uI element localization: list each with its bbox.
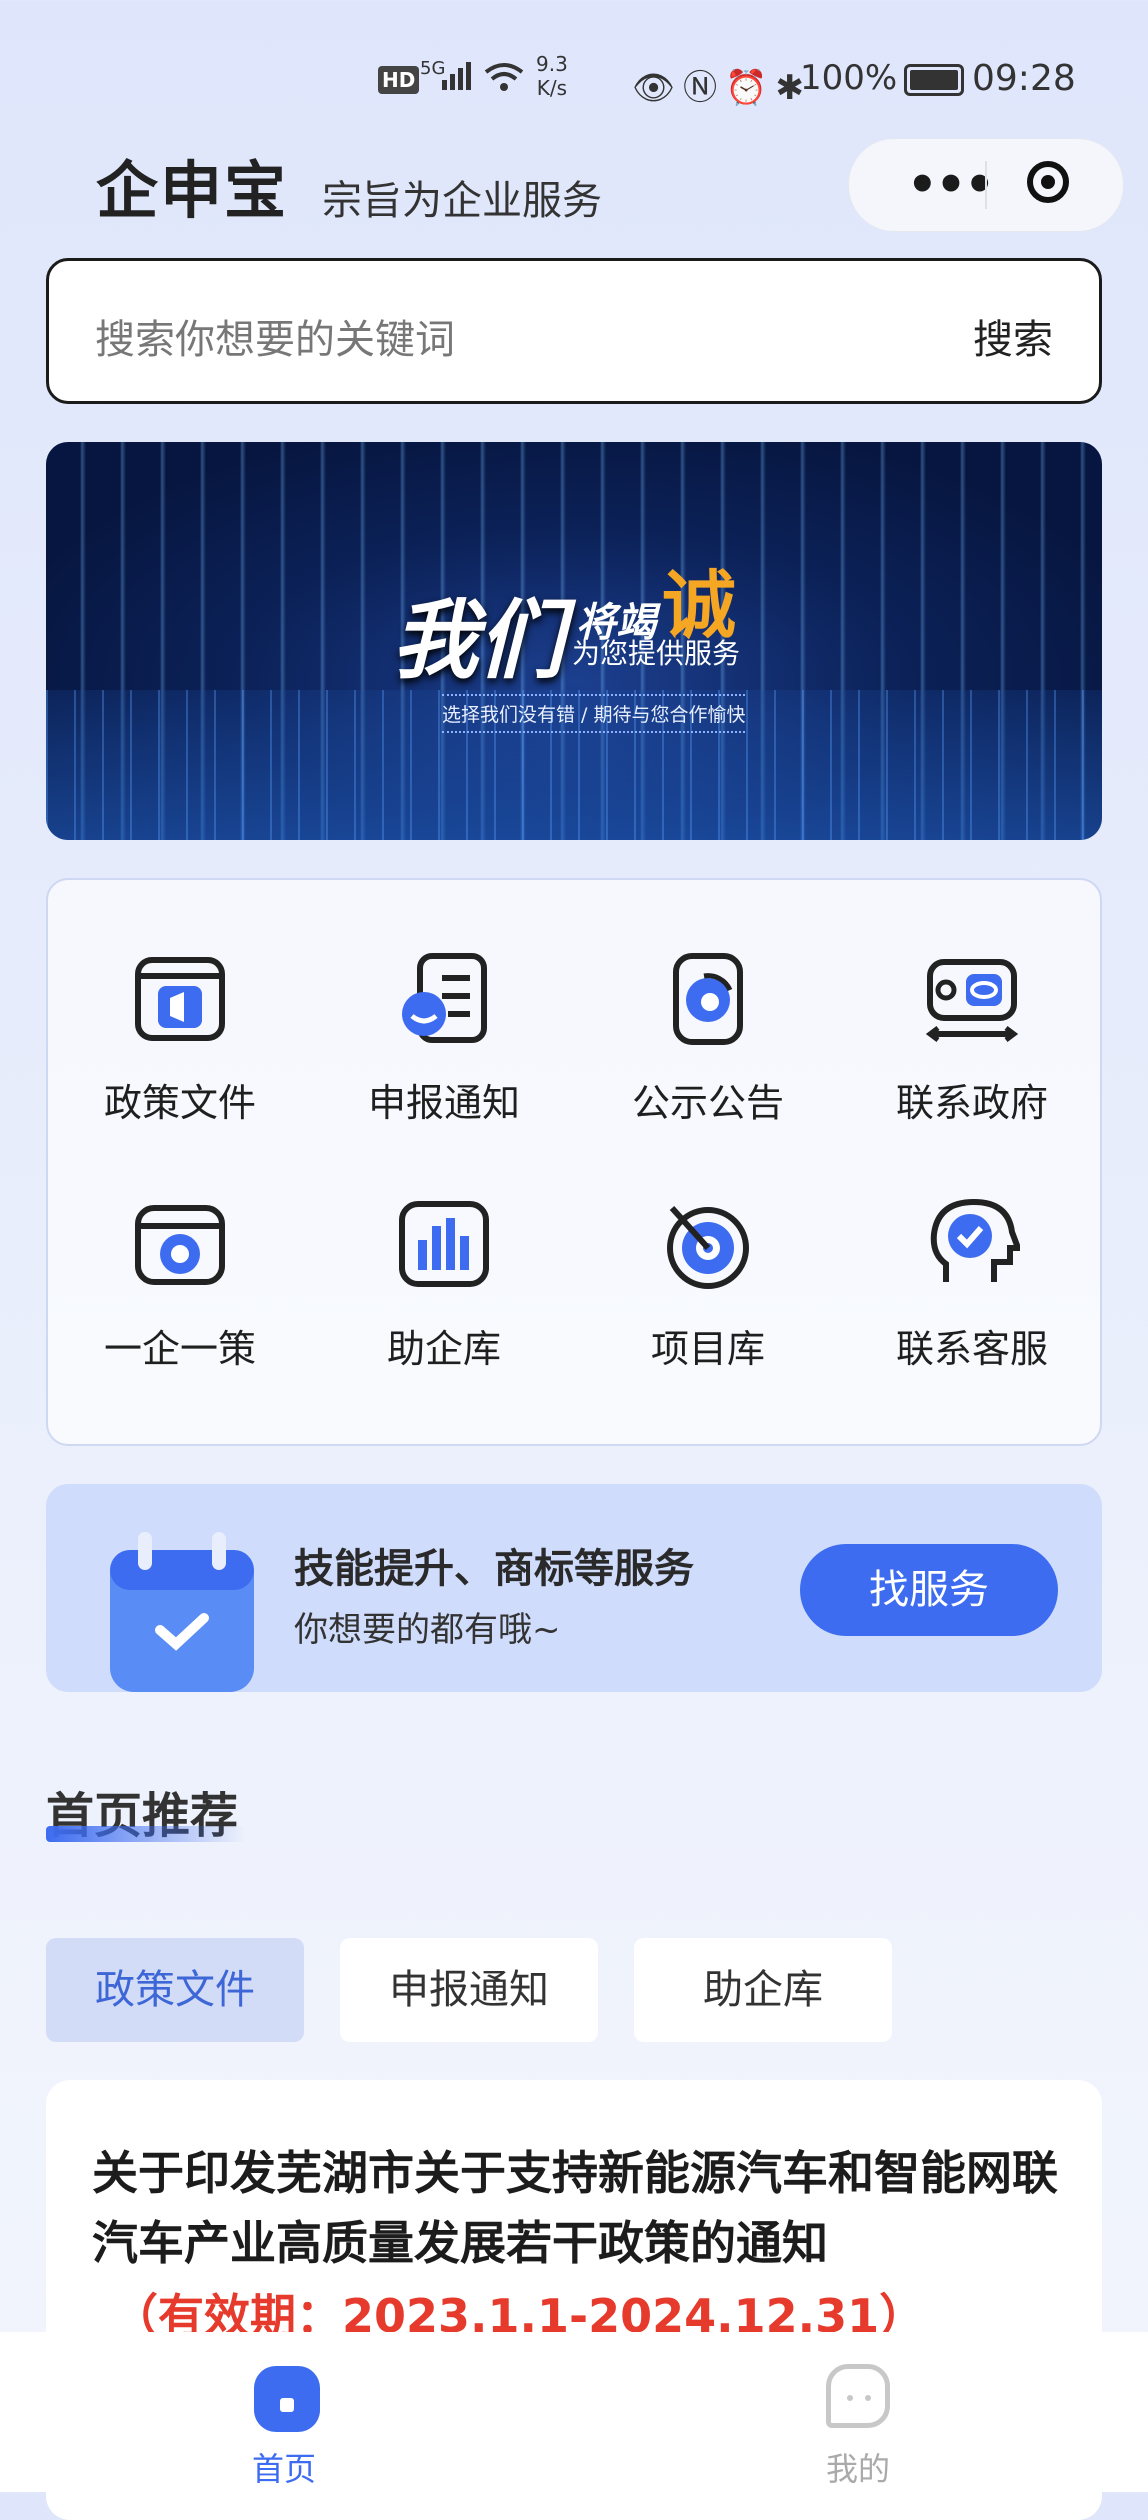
policy-file-icon: [135, 957, 225, 1041]
section-title-underline: [46, 1826, 246, 1842]
alarm-icon: ⏰: [725, 68, 776, 108]
menu-item-label: 一企一策: [103, 1327, 256, 1371]
brand-slogan: 宗旨为企业服务: [322, 178, 602, 224]
menu-item-label: 助企库: [386, 1327, 501, 1371]
wifi-icon: [484, 63, 524, 91]
promo-title: 技能提升、商标等服务: [294, 1546, 694, 1592]
menu-item-contact-government[interactable]: 联系政府: [840, 950, 1104, 1127]
customer-service-icon: [930, 1198, 1020, 1282]
speed-value: 9.3: [536, 52, 568, 76]
menu-item-label: 申报通知: [367, 1081, 520, 1125]
search-button[interactable]: 搜索: [973, 307, 1053, 365]
menu-item-one-policy[interactable]: 一企一策: [48, 1196, 312, 1373]
search-bar[interactable]: 搜索你想要的关键词 搜索: [46, 258, 1102, 404]
signal-icon: [442, 62, 471, 90]
bottom-tab-bar: 首页 我的: [0, 2332, 1148, 2492]
calendar-icon: [110, 1532, 254, 1692]
more-icon[interactable]: •••: [907, 157, 995, 213]
contact-government-icon: [925, 959, 1019, 1042]
menu-item-label: 联系客服: [895, 1327, 1048, 1371]
tab-policy-file[interactable]: 政策文件: [46, 1938, 304, 2042]
battery-percent: 100%: [800, 58, 898, 98]
battery-icon: [904, 64, 964, 96]
declaration-notice-icon: [402, 953, 487, 1043]
banner-tagline: 选择我们没有错 / 期待与您合作愉快: [442, 694, 746, 733]
speed-unit: K/s: [536, 76, 568, 100]
promo-subtitle: 你想要的都有哦~: [294, 1610, 561, 1650]
announcement-icon: [673, 953, 743, 1045]
menu-item-label: 政策文件: [103, 1081, 256, 1125]
project-library-icon: [667, 1205, 749, 1289]
tab-declaration-notice[interactable]: 申报通知: [340, 1938, 598, 2042]
home-icon[interactable]: [254, 2366, 320, 2432]
capsule-divider: [985, 161, 987, 209]
menu-item-declaration-notice[interactable]: 申报通知: [312, 950, 576, 1127]
tab-mine-label[interactable]: 我的: [826, 2444, 890, 2490]
clock: 09:28: [972, 58, 1076, 99]
menu-item-enterprise-library[interactable]: 助企库: [312, 1196, 576, 1373]
banner-headline: 我们: [392, 591, 564, 691]
enterprise-library-icon: [399, 1201, 489, 1287]
one-policy-icon: [135, 1205, 225, 1285]
menu-item-customer-service[interactable]: 联系客服: [840, 1196, 1104, 1373]
find-service-button[interactable]: 找服务: [800, 1544, 1058, 1636]
menu-item-policy-file[interactable]: 政策文件: [48, 950, 312, 1127]
brand-logo: 企申宝: [96, 154, 289, 227]
feature-grid: 政策文件 申报通知 公示公告 联系政府 一企一策 助企库 项目库 联系客服: [46, 878, 1102, 1446]
close-target-icon[interactable]: [1027, 161, 1069, 203]
search-input[interactable]: 搜索你想要的关键词: [95, 307, 455, 365]
menu-item-label: 联系政府: [895, 1081, 1048, 1125]
menu-item-label: 公示公告: [631, 1081, 784, 1125]
tab-home-label[interactable]: 首页: [252, 2444, 316, 2490]
status-bar: HD 5G 9.3 K/s 👁Ⓝ⏰✱ 100% 09:28: [0, 50, 1148, 110]
hero-banner[interactable]: 我们 将竭 诚 为您提供服务 选择我们没有错 / 期待与您合作愉快: [46, 442, 1102, 840]
nfc-icon: Ⓝ: [683, 68, 726, 108]
eye-icon: 👁: [632, 68, 684, 108]
menu-item-announcement[interactable]: 公示公告: [576, 950, 840, 1127]
miniprogram-capsule: •••: [848, 138, 1124, 232]
profile-icon[interactable]: [826, 2364, 890, 2428]
tab-enterprise-library[interactable]: 助企库: [634, 1938, 892, 2042]
network-speed: 9.3 K/s: [536, 52, 568, 100]
banner-subtitle: 为您提供服务: [572, 637, 741, 670]
policy-card-title: 关于印发芜湖市关于支持新能源汽车和智能网联汽车产业高质量发展若干政策的通知: [92, 2146, 1058, 2270]
menu-item-project-library[interactable]: 项目库: [576, 1196, 840, 1373]
menu-item-label: 项目库: [650, 1327, 765, 1371]
status-icons: 👁Ⓝ⏰✱: [632, 60, 812, 109]
hd-indicator: HD: [378, 66, 420, 94]
service-promo-card[interactable]: 技能提升、商标等服务 你想要的都有哦~ 找服务: [46, 1484, 1102, 1692]
